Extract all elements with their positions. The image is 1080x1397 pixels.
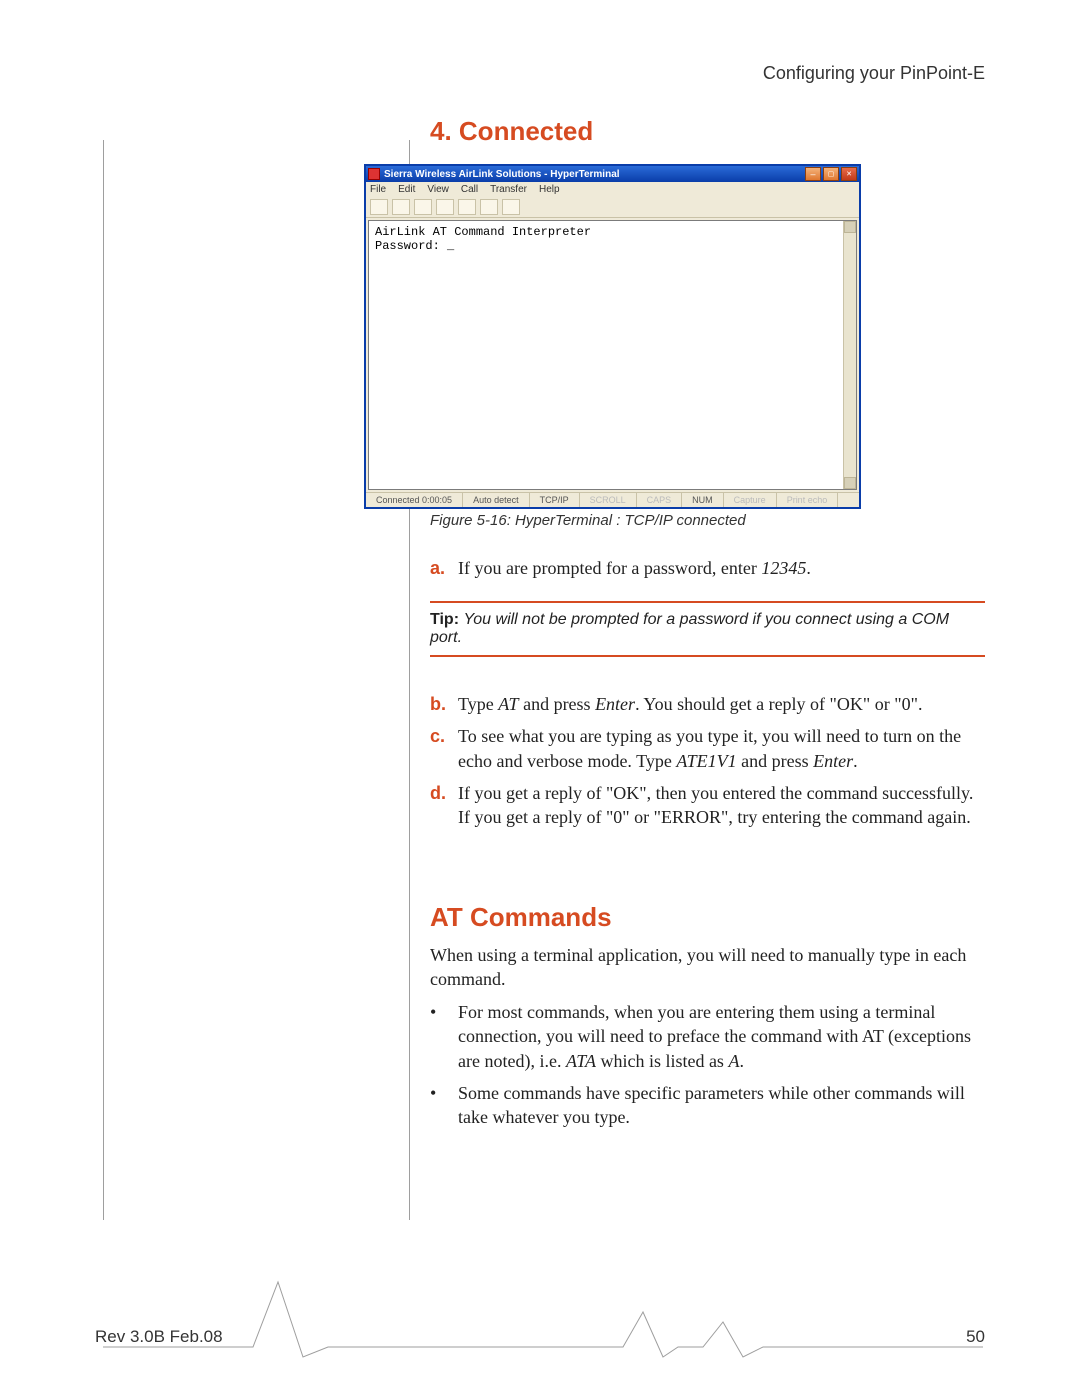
tip-box: Tip: You will not be prompted for a pass… — [430, 601, 985, 657]
step-body: If you get a reply of "OK", then you ent… — [458, 781, 985, 830]
window-title: Sierra Wireless AirLink Solutions - Hype… — [384, 169, 620, 180]
step-letter: d. — [430, 781, 458, 830]
footer-ecg-decoration — [103, 1262, 983, 1362]
left-vertical-rule — [103, 140, 104, 1220]
bullet-body: For most commands, when you are entering… — [458, 1000, 985, 1073]
tip-text: Tip: You will not be prompted for a pass… — [430, 603, 985, 655]
menu-help[interactable]: Help — [539, 184, 560, 195]
step-letter: b. — [430, 692, 458, 716]
bullet-body: Some commands have specific parameters w… — [458, 1081, 985, 1130]
menubar: File Edit View Call Transfer Help — [366, 182, 859, 197]
bullet-mark: • — [430, 1000, 458, 1073]
page-header-right: Configuring your PinPoint-E — [763, 63, 985, 84]
page: Configuring your PinPoint-E 4. Connected… — [0, 0, 1080, 1397]
maximize-button[interactable] — [823, 167, 839, 181]
toolbar-open-icon[interactable] — [392, 199, 410, 215]
hyperterminal-titlebar: Sierra Wireless AirLink Solutions - Hype… — [366, 166, 859, 182]
bullet-2: • Some commands have specific parameters… — [430, 1081, 985, 1130]
minimize-button[interactable] — [805, 167, 821, 181]
app-icon — [368, 168, 380, 180]
menu-edit[interactable]: Edit — [398, 184, 415, 195]
heading-connected: 4. Connected — [430, 116, 593, 147]
step-body: Type AT and press Enter. You should get … — [458, 692, 985, 716]
status-caps: CAPS — [637, 493, 683, 507]
menu-view[interactable]: View — [427, 184, 449, 195]
step-d: d. If you get a reply of "OK", then you … — [430, 781, 985, 830]
toolbar-receive-icon[interactable] — [480, 199, 498, 215]
toolbar-call-icon[interactable] — [414, 199, 432, 215]
toolbar-properties-icon[interactable] — [502, 199, 520, 215]
statusbar: Connected 0:00:05 Auto detect TCP/IP SCR… — [366, 492, 859, 507]
terminal-client-area[interactable]: AirLink AT Command Interpreter Password:… — [368, 220, 857, 490]
footer-page-number: 50 — [966, 1327, 985, 1347]
toolbar — [366, 197, 859, 218]
status-connected: Connected 0:00:05 — [366, 493, 463, 507]
step-body: If you are prompted for a password, ente… — [458, 556, 985, 580]
at-intro-paragraph: When using a terminal application, you w… — [430, 943, 985, 992]
step-b: b. Type AT and press Enter. You should g… — [430, 692, 985, 716]
menu-transfer[interactable]: Transfer — [490, 184, 527, 195]
toolbar-send-icon[interactable] — [458, 199, 476, 215]
figure-caption: Figure 5-16: HyperTerminal : TCP/IP conn… — [430, 512, 746, 529]
vertical-scrollbar[interactable] — [843, 221, 856, 489]
status-autodetect: Auto detect — [463, 493, 530, 507]
menu-call[interactable]: Call — [461, 184, 478, 195]
tip-rule-bottom — [430, 655, 985, 657]
terminal-line-2: Password: _ — [375, 239, 454, 253]
terminal-line-1: AirLink AT Command Interpreter — [375, 225, 591, 239]
footer-revision: Rev 3.0B Feb.08 — [95, 1327, 223, 1347]
step-body: To see what you are typing as you type i… — [458, 724, 985, 773]
step-a: a. If you are prompted for a password, e… — [430, 556, 985, 580]
step-letter: c. — [430, 724, 458, 773]
status-protocol: TCP/IP — [530, 493, 580, 507]
hyperterminal-window: Sierra Wireless AirLink Solutions - Hype… — [364, 164, 861, 509]
status-scroll: SCROLL — [580, 493, 637, 507]
status-capture: Capture — [724, 493, 777, 507]
menu-file[interactable]: File — [370, 184, 386, 195]
heading-at-commands: AT Commands — [430, 902, 612, 933]
step-c: c. To see what you are typing as you typ… — [430, 724, 985, 773]
scroll-down-button[interactable] — [844, 477, 856, 489]
scroll-up-button[interactable] — [844, 221, 856, 233]
step-letter: a. — [430, 556, 458, 580]
toolbar-new-icon[interactable] — [370, 199, 388, 215]
bullet-1: • For most commands, when you are enteri… — [430, 1000, 985, 1073]
toolbar-hangup-icon[interactable] — [436, 199, 454, 215]
status-printecho: Print echo — [777, 493, 839, 507]
status-num: NUM — [682, 493, 724, 507]
close-button[interactable] — [841, 167, 857, 181]
bullet-mark: • — [430, 1081, 458, 1130]
